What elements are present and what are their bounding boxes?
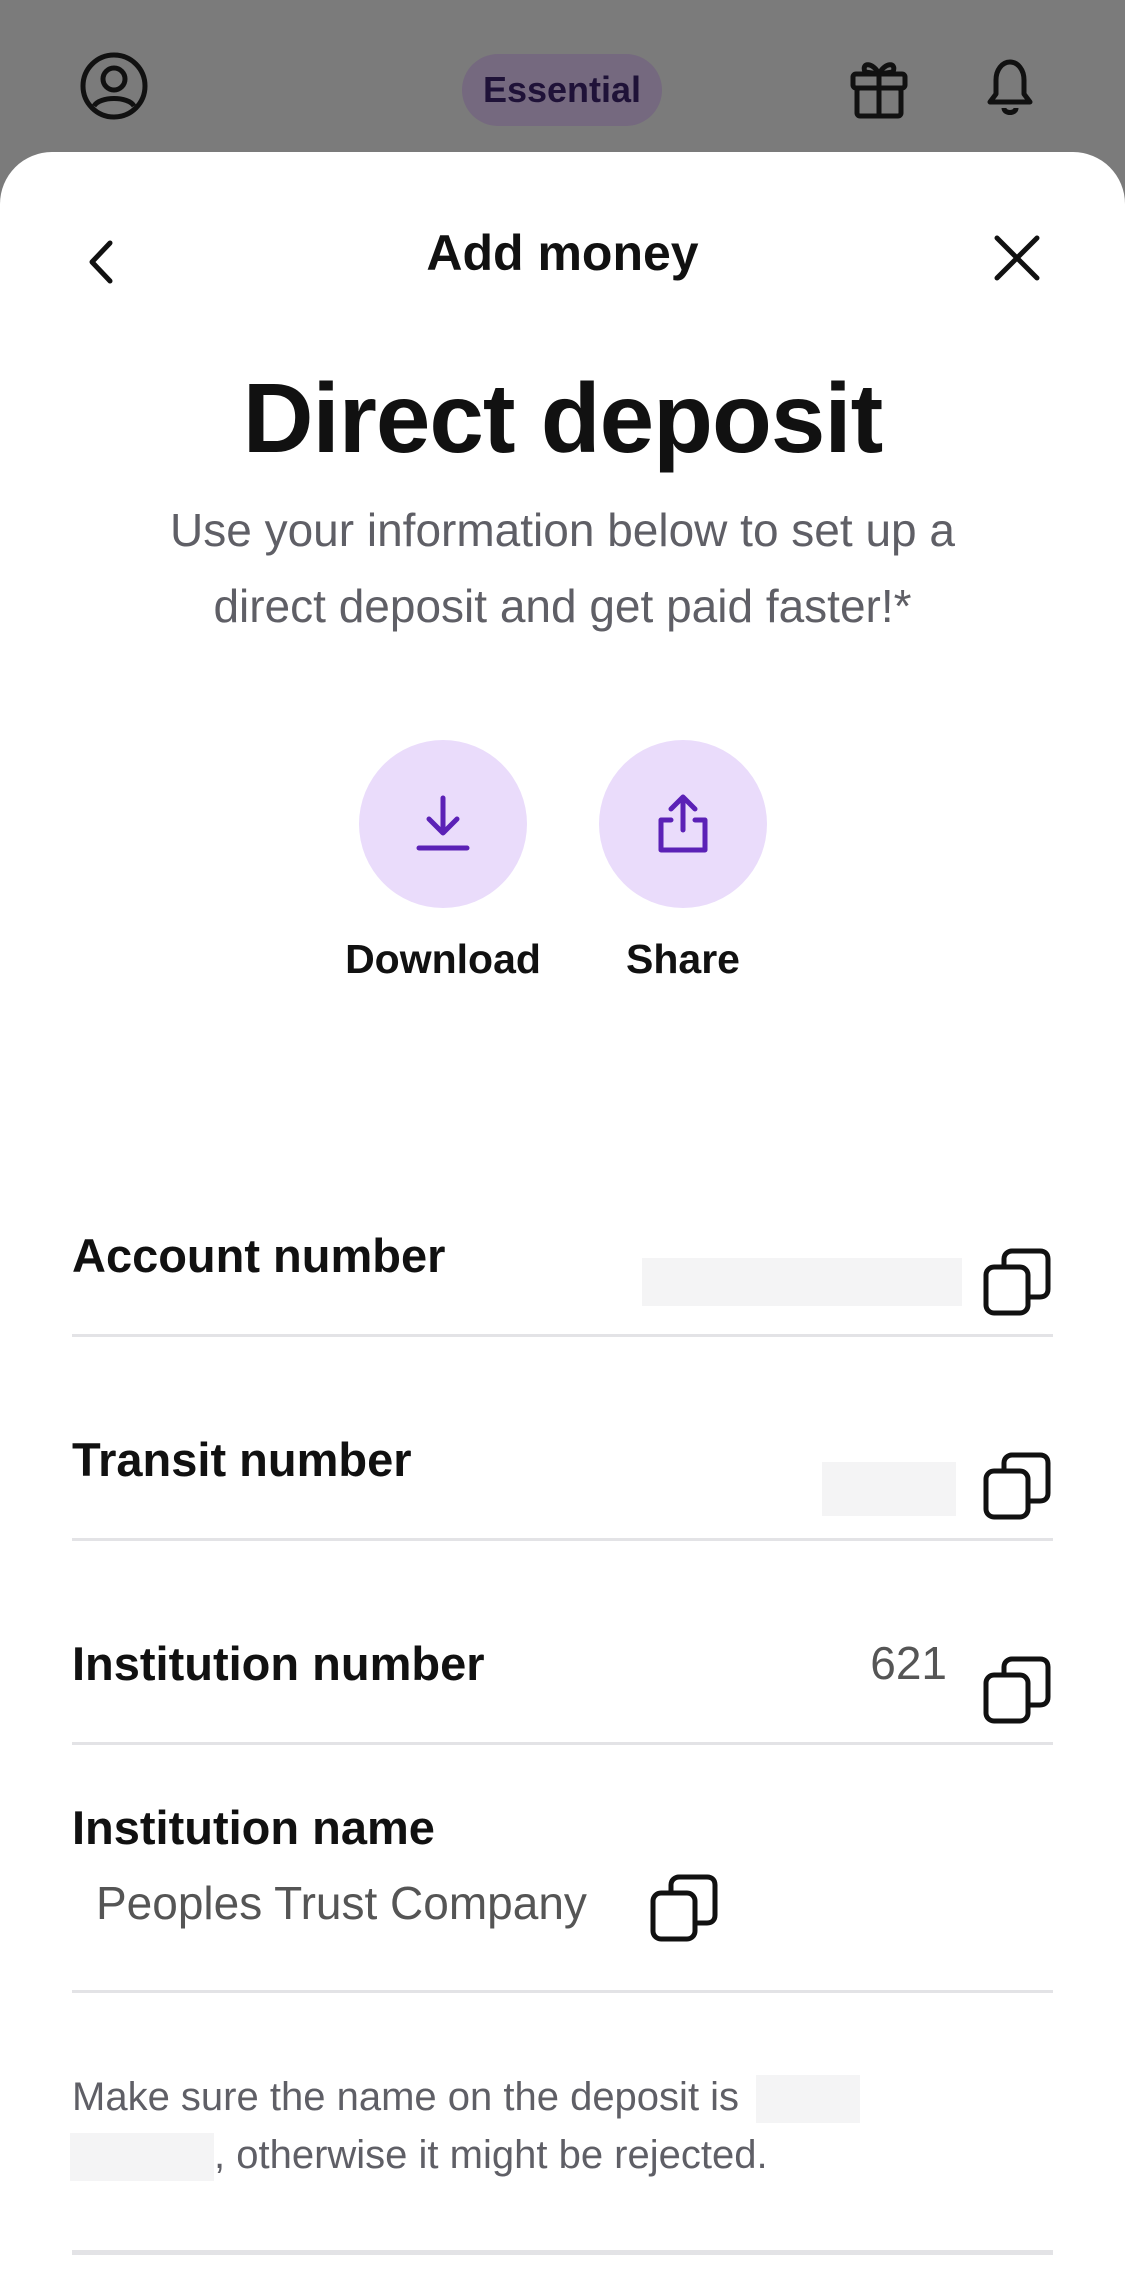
account-number-value	[642, 1258, 962, 1306]
copy-icon	[983, 1656, 1051, 1724]
institution-number-label: Institution number	[72, 1637, 485, 1690]
share-button[interactable]	[599, 740, 767, 908]
name-warning-note: Make sure the name on the deposit is , o…	[70, 2068, 972, 2184]
copy-icon	[983, 1452, 1051, 1520]
transit-number-label: Transit number	[72, 1433, 412, 1486]
divider	[72, 1334, 1053, 1337]
page-subtitle: Use your information below to set up a d…	[170, 504, 955, 632]
note-prefix: Make sure the name on the deposit is	[72, 2075, 740, 2119]
institution-name-value: Peoples Trust Company	[96, 1877, 587, 1929]
plan-badge[interactable]: Essential	[462, 54, 662, 126]
download-label: Download	[345, 936, 541, 982]
copy-icon	[650, 1874, 718, 1942]
copy-institution-number-button[interactable]	[981, 1654, 1053, 1726]
page-title: Direct deposit	[242, 363, 883, 473]
divider	[72, 1538, 1053, 1541]
profile-icon[interactable]	[78, 50, 150, 122]
add-money-sheet: Add money Direct deposit Use your inform…	[0, 152, 1125, 2284]
institution-name-label: Institution name	[72, 1801, 435, 1854]
share-label: Share	[626, 936, 740, 982]
copy-icon	[983, 1248, 1051, 1316]
copy-transit-number-button[interactable]	[981, 1450, 1053, 1522]
account-number-row: Account number	[72, 1202, 1053, 1316]
share-icon	[658, 794, 708, 853]
sheet-title: Add money	[426, 225, 699, 281]
divider	[72, 2250, 1053, 2255]
gift-icon[interactable]	[843, 50, 915, 122]
bell-icon[interactable]	[974, 50, 1046, 122]
account-holder-name-redacted-2	[70, 2133, 214, 2182]
copy-institution-name-button[interactable]	[648, 1872, 720, 1944]
institution-number-value: 621	[870, 1637, 947, 1689]
institution-name-row: Institution name Peoples Trust Company	[72, 1800, 1053, 1970]
transit-number-row: Transit number	[72, 1406, 1053, 1520]
institution-number-row: Institution number 621	[72, 1610, 1053, 1724]
account-holder-name-redacted	[756, 2075, 861, 2124]
download-button[interactable]	[359, 740, 527, 908]
account-number-label: Account number	[72, 1229, 446, 1282]
note-suffix: , otherwise it might be rejected.	[214, 2133, 768, 2177]
share-action[interactable]: Share	[599, 740, 767, 983]
close-button[interactable]	[977, 218, 1057, 298]
divider	[72, 1990, 1053, 1993]
top-bar: Essential	[0, 0, 1125, 152]
download-icon	[416, 795, 470, 851]
transit-number-value	[822, 1462, 956, 1516]
close-icon	[994, 235, 1040, 281]
copy-account-number-button[interactable]	[981, 1246, 1053, 1318]
download-action[interactable]: Download	[345, 740, 541, 983]
divider	[72, 1742, 1053, 1745]
